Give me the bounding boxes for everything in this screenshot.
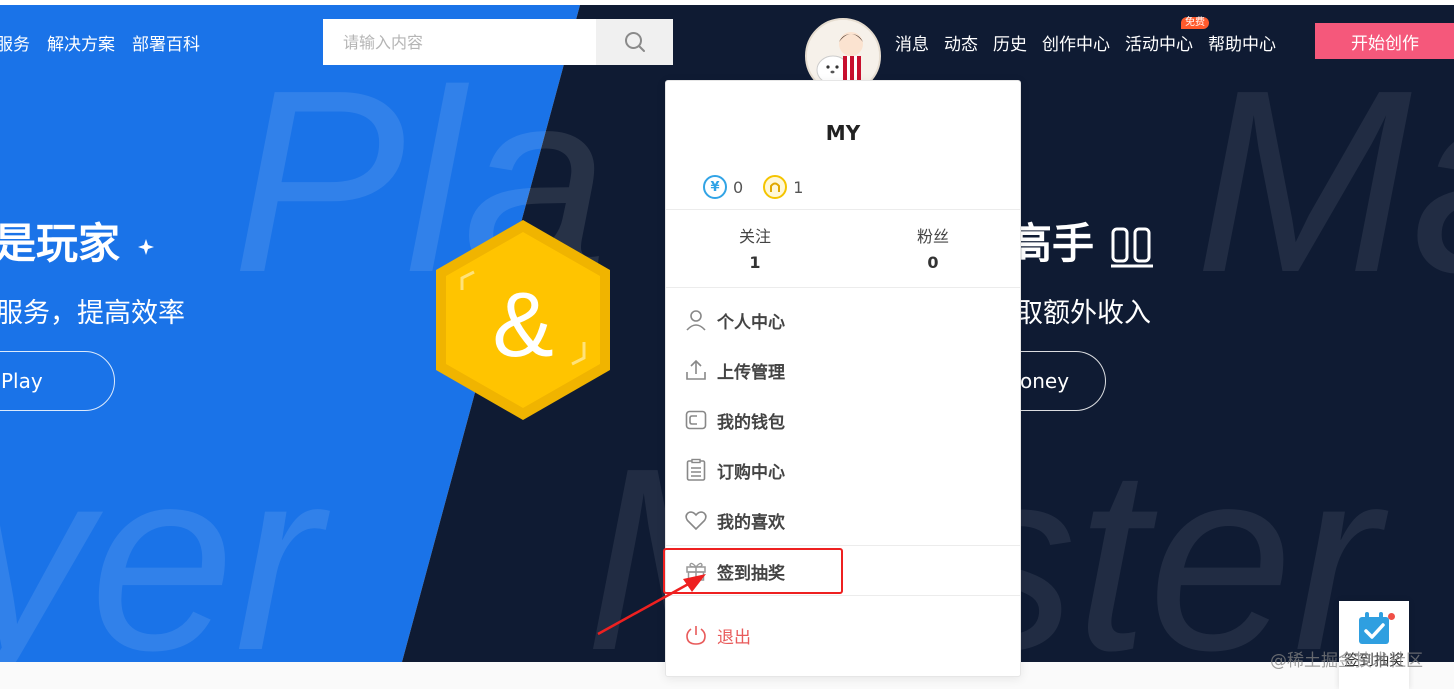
menu-item-upload-management[interactable]: 上传管理 [684, 357, 785, 383]
gift-icon [684, 559, 708, 583]
logout-label: 退出 [717, 627, 751, 648]
user-dropdown-menu: MY ¥ 0 1 关注 1 粉丝 0 个人中心 上传管理 我的钱包 订购中心 我… [665, 80, 1021, 677]
hero-right-title: 高手 [1010, 210, 1157, 271]
nav-link-services[interactable]: 服务 [0, 30, 30, 55]
search-input[interactable] [323, 19, 596, 65]
menu-item-label: 订购中心 [717, 462, 785, 483]
divider [666, 545, 1020, 546]
upload-icon [684, 358, 708, 382]
nav-link-solutions[interactable]: 解决方案 [47, 30, 115, 55]
user-icon [684, 308, 708, 332]
menu-item-checkin-lottery[interactable]: 签到抽奖 [684, 558, 785, 584]
hero-right-subtitle: 取额外收入 [1016, 298, 1151, 329]
checkin-lottery-widget[interactable]: 签到抽奖 [1339, 601, 1409, 689]
emblem-symbol: & [492, 274, 553, 376]
following-count: 1 [749, 253, 761, 272]
nav-link-events-center[interactable]: 活动中心 [1125, 30, 1193, 55]
nav-link-messages[interactable]: 消息 [895, 30, 929, 55]
menu-item-my-wallet[interactable]: 我的钱包 [684, 407, 785, 433]
followers-label: 粉丝 [916, 227, 949, 246]
hero-left-title: 是玩家 [0, 210, 157, 271]
nav-link-history[interactable]: 历史 [993, 30, 1027, 55]
username: MY [825, 121, 861, 145]
menu-item-label: 我的钱包 [717, 412, 785, 433]
nav-right: 消息 动态 历史 创作中心 活动中心 帮助中心 [895, 30, 1276, 55]
search-bar [323, 19, 673, 65]
yuan-balance: 0 [733, 177, 744, 197]
notification-dot [1388, 613, 1395, 620]
hero-left-title-text: 是玩家 [0, 219, 121, 268]
divider [666, 595, 1020, 596]
menu-item-label: 签到抽奖 [717, 563, 785, 584]
menu-item-label: 我的喜欢 [717, 512, 785, 533]
free-badge: 免费 [1181, 17, 1209, 29]
menu-item-label: 上传管理 [717, 362, 785, 383]
top-white-strip [0, 0, 1454, 5]
clipboard-icon [684, 458, 708, 482]
balance-row: ¥ 0 1 [703, 175, 803, 199]
logout-button[interactable]: 退出 [684, 622, 751, 648]
yuan-coin-icon: ¥ [703, 175, 727, 199]
calendar-check-icon [1359, 612, 1389, 644]
search-button[interactable] [596, 19, 673, 65]
followers-stat[interactable]: 粉丝 0 [883, 223, 983, 272]
nav-link-help-center[interactable]: 帮助中心 [1208, 30, 1276, 55]
hero-left-subtitle: 服务，提高效率 [0, 298, 185, 329]
power-icon [684, 623, 708, 647]
divider [666, 287, 1020, 288]
divider [666, 209, 1020, 210]
following-label: 关注 [738, 227, 771, 246]
followers-count: 0 [927, 253, 939, 272]
menu-item-order-center[interactable]: 订购中心 [684, 457, 785, 483]
ampersand-hexagon-logo: & [436, 220, 610, 420]
wallet-icon [684, 408, 708, 432]
hero-right-title-text: 高手 [1010, 219, 1095, 268]
search-icon [624, 32, 645, 52]
hero-left-button[interactable]: Play [0, 351, 115, 411]
nav-link-deploy-wiki[interactable]: 部署百科 [132, 30, 200, 55]
gold-balance: 1 [793, 177, 804, 197]
menu-item-label: 个人中心 [717, 312, 785, 333]
double-bar-icon [1110, 227, 1153, 267]
menu-item-my-likes[interactable]: 我的喜欢 [684, 507, 785, 533]
start-creating-button[interactable]: 开始创作 [1315, 23, 1454, 59]
nav-left: 服务 解决方案 部署百科 [0, 30, 200, 55]
sparkle-icon [137, 238, 154, 255]
screen: Pla yer Ma Master 服务 解决方案 部署百科 [0, 0, 1454, 689]
widget-label: 签到抽奖 [1343, 651, 1404, 669]
menu-item-personal-center[interactable]: 个人中心 [684, 307, 785, 333]
nav-link-creator-center[interactable]: 创作中心 [1042, 30, 1110, 55]
gold-coin-icon [763, 175, 788, 199]
following-stat[interactable]: 关注 1 [705, 223, 805, 272]
nav-link-activity[interactable]: 动态 [944, 30, 978, 55]
heart-icon [684, 508, 708, 532]
